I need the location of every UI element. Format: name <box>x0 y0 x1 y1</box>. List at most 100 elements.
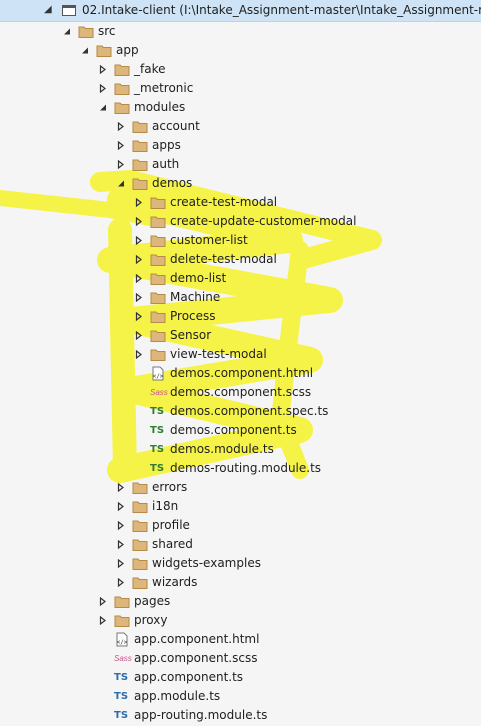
sass-file-icon: Sass <box>150 388 168 397</box>
expand-chevron-icon[interactable] <box>132 250 146 269</box>
expand-chevron-icon[interactable] <box>114 155 128 174</box>
tree-item-label: _fake <box>134 62 166 76</box>
expand-chevron-icon[interactable] <box>132 288 146 307</box>
typescript-file-icon: TS <box>114 672 129 683</box>
tree-item-label: auth <box>152 157 180 171</box>
expand-chevron-icon[interactable] <box>114 136 128 155</box>
tree-item-label: errors <box>152 480 188 494</box>
html-file-icon: </> <box>150 366 166 381</box>
collapse-chevron-icon[interactable] <box>78 41 92 60</box>
tree-item-label: demos.component.html <box>170 366 314 380</box>
folder-icon <box>114 594 130 609</box>
typescript-file-icon: TS <box>114 691 129 702</box>
expand-chevron-icon[interactable] <box>96 60 110 79</box>
expand-chevron-icon[interactable] <box>132 269 146 288</box>
tree-item-label: shared <box>152 537 193 551</box>
svg-text:</>: </> <box>153 373 164 380</box>
expand-chevron-icon[interactable] <box>132 231 146 250</box>
folder-icon <box>114 62 130 77</box>
solution-title: 02.Intake-client (I:\Intake_Assignment-m… <box>82 3 481 17</box>
collapse-chevron-icon[interactable] <box>96 98 110 117</box>
folder-icon <box>132 537 148 552</box>
expand-chevron-icon[interactable] <box>114 478 128 497</box>
toggle-spacer <box>132 383 146 402</box>
folder-icon <box>150 309 166 324</box>
expand-chevron-icon[interactable] <box>114 554 128 573</box>
html-file-icon: </> <box>114 632 130 647</box>
toggle-spacer <box>96 630 110 649</box>
tree-item-label: app.component.scss <box>134 651 258 665</box>
tree-item-label: pages <box>134 594 171 608</box>
folder-icon <box>132 499 148 514</box>
toggle-spacer <box>96 668 110 687</box>
tree-item-label: profile <box>152 518 190 532</box>
tree-item-label: app.component.html <box>134 632 260 646</box>
folder-icon <box>96 43 112 58</box>
tree-item-label: _metronic <box>134 81 194 95</box>
expand-chevron-icon[interactable] <box>96 79 110 98</box>
tree-item-label: app.component.ts <box>134 670 244 684</box>
typescript-file-icon: TS <box>150 463 165 474</box>
expand-chevron-icon[interactable] <box>132 307 146 326</box>
tree-item-label: demos.component.ts <box>170 423 297 437</box>
typescript-file-icon: TS <box>150 406 165 417</box>
svg-text:</>: </> <box>117 639 128 646</box>
tree-item-label: widgets-examples <box>152 556 261 570</box>
tree-item-label: apps <box>152 138 181 152</box>
expand-chevron-icon[interactable] <box>96 611 110 630</box>
expand-chevron-icon[interactable] <box>114 535 128 554</box>
tree-item-label: demo-list <box>170 271 227 285</box>
solution-folder-icon <box>62 5 76 16</box>
tree-item-label: account <box>152 119 200 133</box>
folder-icon <box>132 480 148 495</box>
tree-item-label: Process <box>170 309 216 323</box>
toggle-spacer <box>132 364 146 383</box>
folder-icon <box>132 138 148 153</box>
collapse-chevron-icon[interactable] <box>114 174 128 193</box>
folder-icon <box>132 575 148 590</box>
expand-chevron-icon[interactable] <box>132 345 146 364</box>
expand-chevron-icon[interactable] <box>114 516 128 535</box>
expand-chevron-icon[interactable] <box>114 573 128 592</box>
folder-icon <box>132 556 148 571</box>
tree-item-label: delete-test-modal <box>170 252 277 266</box>
expand-chevron-icon[interactable] <box>96 592 110 611</box>
toggle-spacer <box>96 687 110 706</box>
typescript-file-icon: TS <box>150 425 165 436</box>
toggle-spacer <box>132 440 146 459</box>
folder-icon <box>132 119 148 134</box>
expand-chevron-icon[interactable] <box>114 117 128 136</box>
tree-item-label: demos-routing.module.ts <box>170 461 322 475</box>
tree-item-label: Sensor <box>170 328 212 342</box>
toggle-spacer <box>96 706 110 725</box>
collapse-chevron-icon[interactable] <box>60 22 74 41</box>
toggle-spacer <box>132 421 146 440</box>
collapse-arrow-icon[interactable]: ◢ <box>44 4 52 15</box>
tree-item-label: wizards <box>152 575 198 589</box>
toggle-spacer <box>132 459 146 478</box>
folder-icon <box>78 24 94 39</box>
expand-chevron-icon[interactable] <box>114 497 128 516</box>
solution-header[interactable]: ◢ 02.Intake-client (I:\Intake_Assignment… <box>0 0 481 22</box>
folder-icon <box>150 271 166 286</box>
sass-file-icon: Sass <box>114 654 132 663</box>
folder-icon <box>132 518 148 533</box>
tree-item-label: Machine <box>170 290 221 304</box>
folder-icon <box>150 233 166 248</box>
expand-chevron-icon[interactable] <box>132 326 146 345</box>
toggle-spacer <box>96 649 110 668</box>
folder-icon <box>114 81 130 96</box>
expand-chevron-icon[interactable] <box>132 193 146 212</box>
folder-icon <box>114 100 130 115</box>
tree-item-label: demos <box>152 176 193 190</box>
tree-item-label: src <box>98 24 116 38</box>
tree-item-label: app <box>116 43 139 57</box>
folder-icon <box>150 214 166 229</box>
folder-icon <box>150 347 166 362</box>
expand-chevron-icon[interactable] <box>132 212 146 231</box>
tree-item-label: customer-list <box>170 233 248 247</box>
tree-item-label: demos.module.ts <box>170 442 274 456</box>
tree-item-label: demos.component.spec.ts <box>170 404 329 418</box>
tree-item-label: app.module.ts <box>134 689 221 703</box>
folder-icon <box>150 195 166 210</box>
